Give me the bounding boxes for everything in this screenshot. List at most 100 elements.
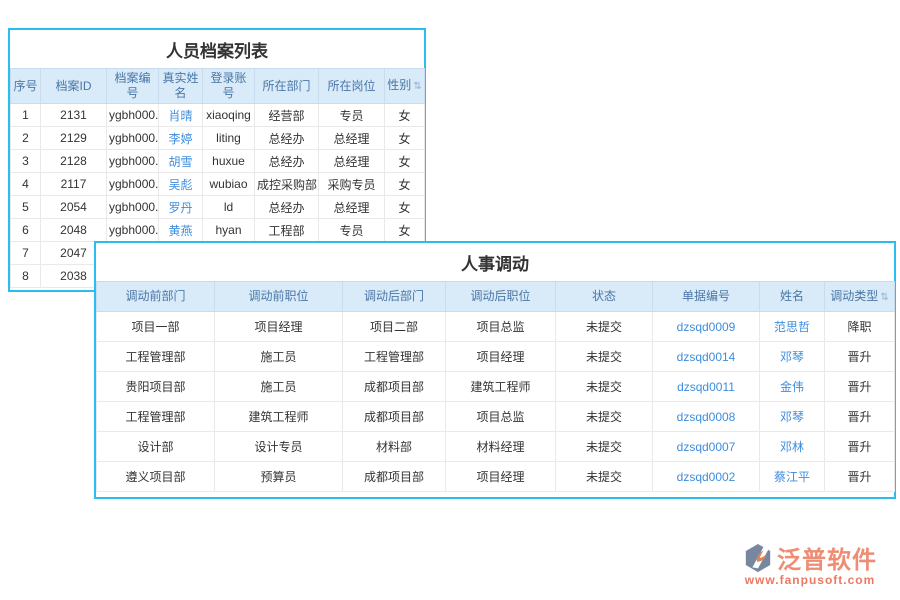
table-cell: 降职 xyxy=(825,312,895,342)
table-cell: 女 xyxy=(385,219,425,242)
cell-link[interactable]: 吴彪 xyxy=(159,173,203,196)
table-row: 62048ygbh000...黄燕hyan工程部专员女 xyxy=(11,219,425,242)
table-cell: 项目总监 xyxy=(446,402,556,432)
sort-icon[interactable]: ⇅ xyxy=(413,81,421,92)
table-cell: 预算员 xyxy=(215,462,343,492)
table-cell: 贵阳项目部 xyxy=(97,372,215,402)
column-header-file-no[interactable]: 档案编号 xyxy=(107,69,159,104)
column-header-gender[interactable]: 性别⇅ xyxy=(385,69,425,104)
sort-icon[interactable]: ⇅ xyxy=(880,292,888,303)
table-row: 32128ygbh000...胡雪huxue总经办总经理女 xyxy=(11,150,425,173)
table-cell: 建筑工程师 xyxy=(215,402,343,432)
column-header-real-name[interactable]: 真实姓名 xyxy=(159,69,203,104)
table-cell: 2128 xyxy=(41,150,107,173)
brand-url: www.fanpusoft.com xyxy=(745,573,876,587)
cell-link[interactable]: 罗丹 xyxy=(159,196,203,219)
table-cell: 总经办 xyxy=(255,196,319,219)
table-cell: 未提交 xyxy=(556,342,653,372)
table-cell: 工程管理部 xyxy=(97,402,215,432)
table-cell: 晋升 xyxy=(825,462,895,492)
table-cell: 1 xyxy=(11,104,41,127)
table-cell: 设计专员 xyxy=(215,432,343,462)
column-header-department[interactable]: 所在部门 xyxy=(255,69,319,104)
cell-link[interactable]: dzsqd0011 xyxy=(653,372,760,402)
cell-link[interactable]: 邓琴 xyxy=(760,342,825,372)
personnel-transfer-panel: 人事调动 调动前部门 调动前职位 调动后部门 调动后职位 状态 单据编号 姓名 … xyxy=(94,241,896,499)
table-cell: 2048 xyxy=(41,219,107,242)
table-cell: 未提交 xyxy=(556,462,653,492)
table-cell: 6 xyxy=(11,219,41,242)
table-cell: 晋升 xyxy=(825,432,895,462)
cell-link[interactable]: 金伟 xyxy=(760,372,825,402)
table-cell: 5 xyxy=(11,196,41,219)
table-cell: 2117 xyxy=(41,173,107,196)
table-cell: ygbh000... xyxy=(107,104,159,127)
column-header-post-before[interactable]: 调动前职位 xyxy=(215,282,343,312)
cell-link[interactable]: dzsqd0014 xyxy=(653,342,760,372)
table-cell: 成都项目部 xyxy=(343,462,446,492)
table-row: 工程管理部施工员工程管理部项目经理未提交dzsqd0014邓琴晋升 xyxy=(97,342,895,372)
table-cell: 总经理 xyxy=(319,196,385,219)
table-cell: 成都项目部 xyxy=(343,402,446,432)
table-cell: 项目经理 xyxy=(215,312,343,342)
cell-link[interactable]: 李婷 xyxy=(159,127,203,150)
cell-link[interactable]: 邓琴 xyxy=(760,402,825,432)
table-cell: 8 xyxy=(11,265,41,288)
table-cell: 未提交 xyxy=(556,372,653,402)
transfer-table-title: 人事调动 xyxy=(96,243,894,281)
cell-link[interactable]: 黄燕 xyxy=(159,219,203,242)
table-row: 工程管理部建筑工程师成都项目部项目总监未提交dzsqd0008邓琴晋升 xyxy=(97,402,895,432)
table-cell: 总经办 xyxy=(255,150,319,173)
table-cell: 女 xyxy=(385,173,425,196)
cell-link[interactable]: dzsqd0007 xyxy=(653,432,760,462)
table-row: 52054ygbh000...罗丹ld总经办总经理女 xyxy=(11,196,425,219)
column-header-login[interactable]: 登录账号 xyxy=(203,69,255,104)
column-header-dept-before[interactable]: 调动前部门 xyxy=(97,282,215,312)
cell-link[interactable]: 邓林 xyxy=(760,432,825,462)
table-cell: ygbh000... xyxy=(107,173,159,196)
table-cell: 项目经理 xyxy=(446,342,556,372)
table-cell: 采购专员 xyxy=(319,173,385,196)
cell-link[interactable]: dzsqd0008 xyxy=(653,402,760,432)
table-cell: 经营部 xyxy=(255,104,319,127)
table-cell: 项目一部 xyxy=(97,312,215,342)
column-header-index[interactable]: 序号 xyxy=(11,69,41,104)
cell-link[interactable]: 肖晴 xyxy=(159,104,203,127)
column-header-transfer-type[interactable]: 调动类型⇅ xyxy=(825,282,895,312)
table-cell: 成都项目部 xyxy=(343,372,446,402)
table-row: 12131ygbh000...肖晴xiaoqing经营部专员女 xyxy=(11,104,425,127)
table-cell: 女 xyxy=(385,127,425,150)
table-cell: 未提交 xyxy=(556,402,653,432)
table-cell: 3 xyxy=(11,150,41,173)
cell-link[interactable]: dzsqd0002 xyxy=(653,462,760,492)
column-header-dept-after[interactable]: 调动后部门 xyxy=(343,282,446,312)
table-row: 22129ygbh000...李婷liting总经办总经理女 xyxy=(11,127,425,150)
table-cell: 工程管理部 xyxy=(343,342,446,372)
column-header-doc-no[interactable]: 单据编号 xyxy=(653,282,760,312)
table-cell: 4 xyxy=(11,173,41,196)
fanpu-logo-icon xyxy=(743,543,773,573)
table-cell: 遵义项目部 xyxy=(97,462,215,492)
cell-link[interactable]: 胡雪 xyxy=(159,150,203,173)
cell-link[interactable]: dzsqd0009 xyxy=(653,312,760,342)
table-cell: ygbh000... xyxy=(107,127,159,150)
column-header-name[interactable]: 姓名 xyxy=(760,282,825,312)
column-header-post[interactable]: 所在岗位 xyxy=(319,69,385,104)
table-cell: liting xyxy=(203,127,255,150)
table-cell: ld xyxy=(203,196,255,219)
table-cell: 材料经理 xyxy=(446,432,556,462)
cell-link[interactable]: 范思哲 xyxy=(760,312,825,342)
table-cell: 成控采购部 xyxy=(255,173,319,196)
table-cell: 7 xyxy=(11,242,41,265)
column-header-gender-label: 性别 xyxy=(387,78,411,92)
column-header-post-after[interactable]: 调动后职位 xyxy=(446,282,556,312)
cell-link[interactable]: 蔡江平 xyxy=(760,462,825,492)
table-cell: 施工员 xyxy=(215,342,343,372)
table-cell: 设计部 xyxy=(97,432,215,462)
table-row: 遵义项目部预算员成都项目部项目经理未提交dzsqd0002蔡江平晋升 xyxy=(97,462,895,492)
table-cell: wubiao xyxy=(203,173,255,196)
column-header-status[interactable]: 状态 xyxy=(556,282,653,312)
column-header-file-id[interactable]: 档案ID xyxy=(41,69,107,104)
table-cell: 晋升 xyxy=(825,402,895,432)
personnel-table-header-row: 序号 档案ID 档案编号 真实姓名 登录账号 所在部门 所在岗位 性别⇅ xyxy=(11,69,425,104)
